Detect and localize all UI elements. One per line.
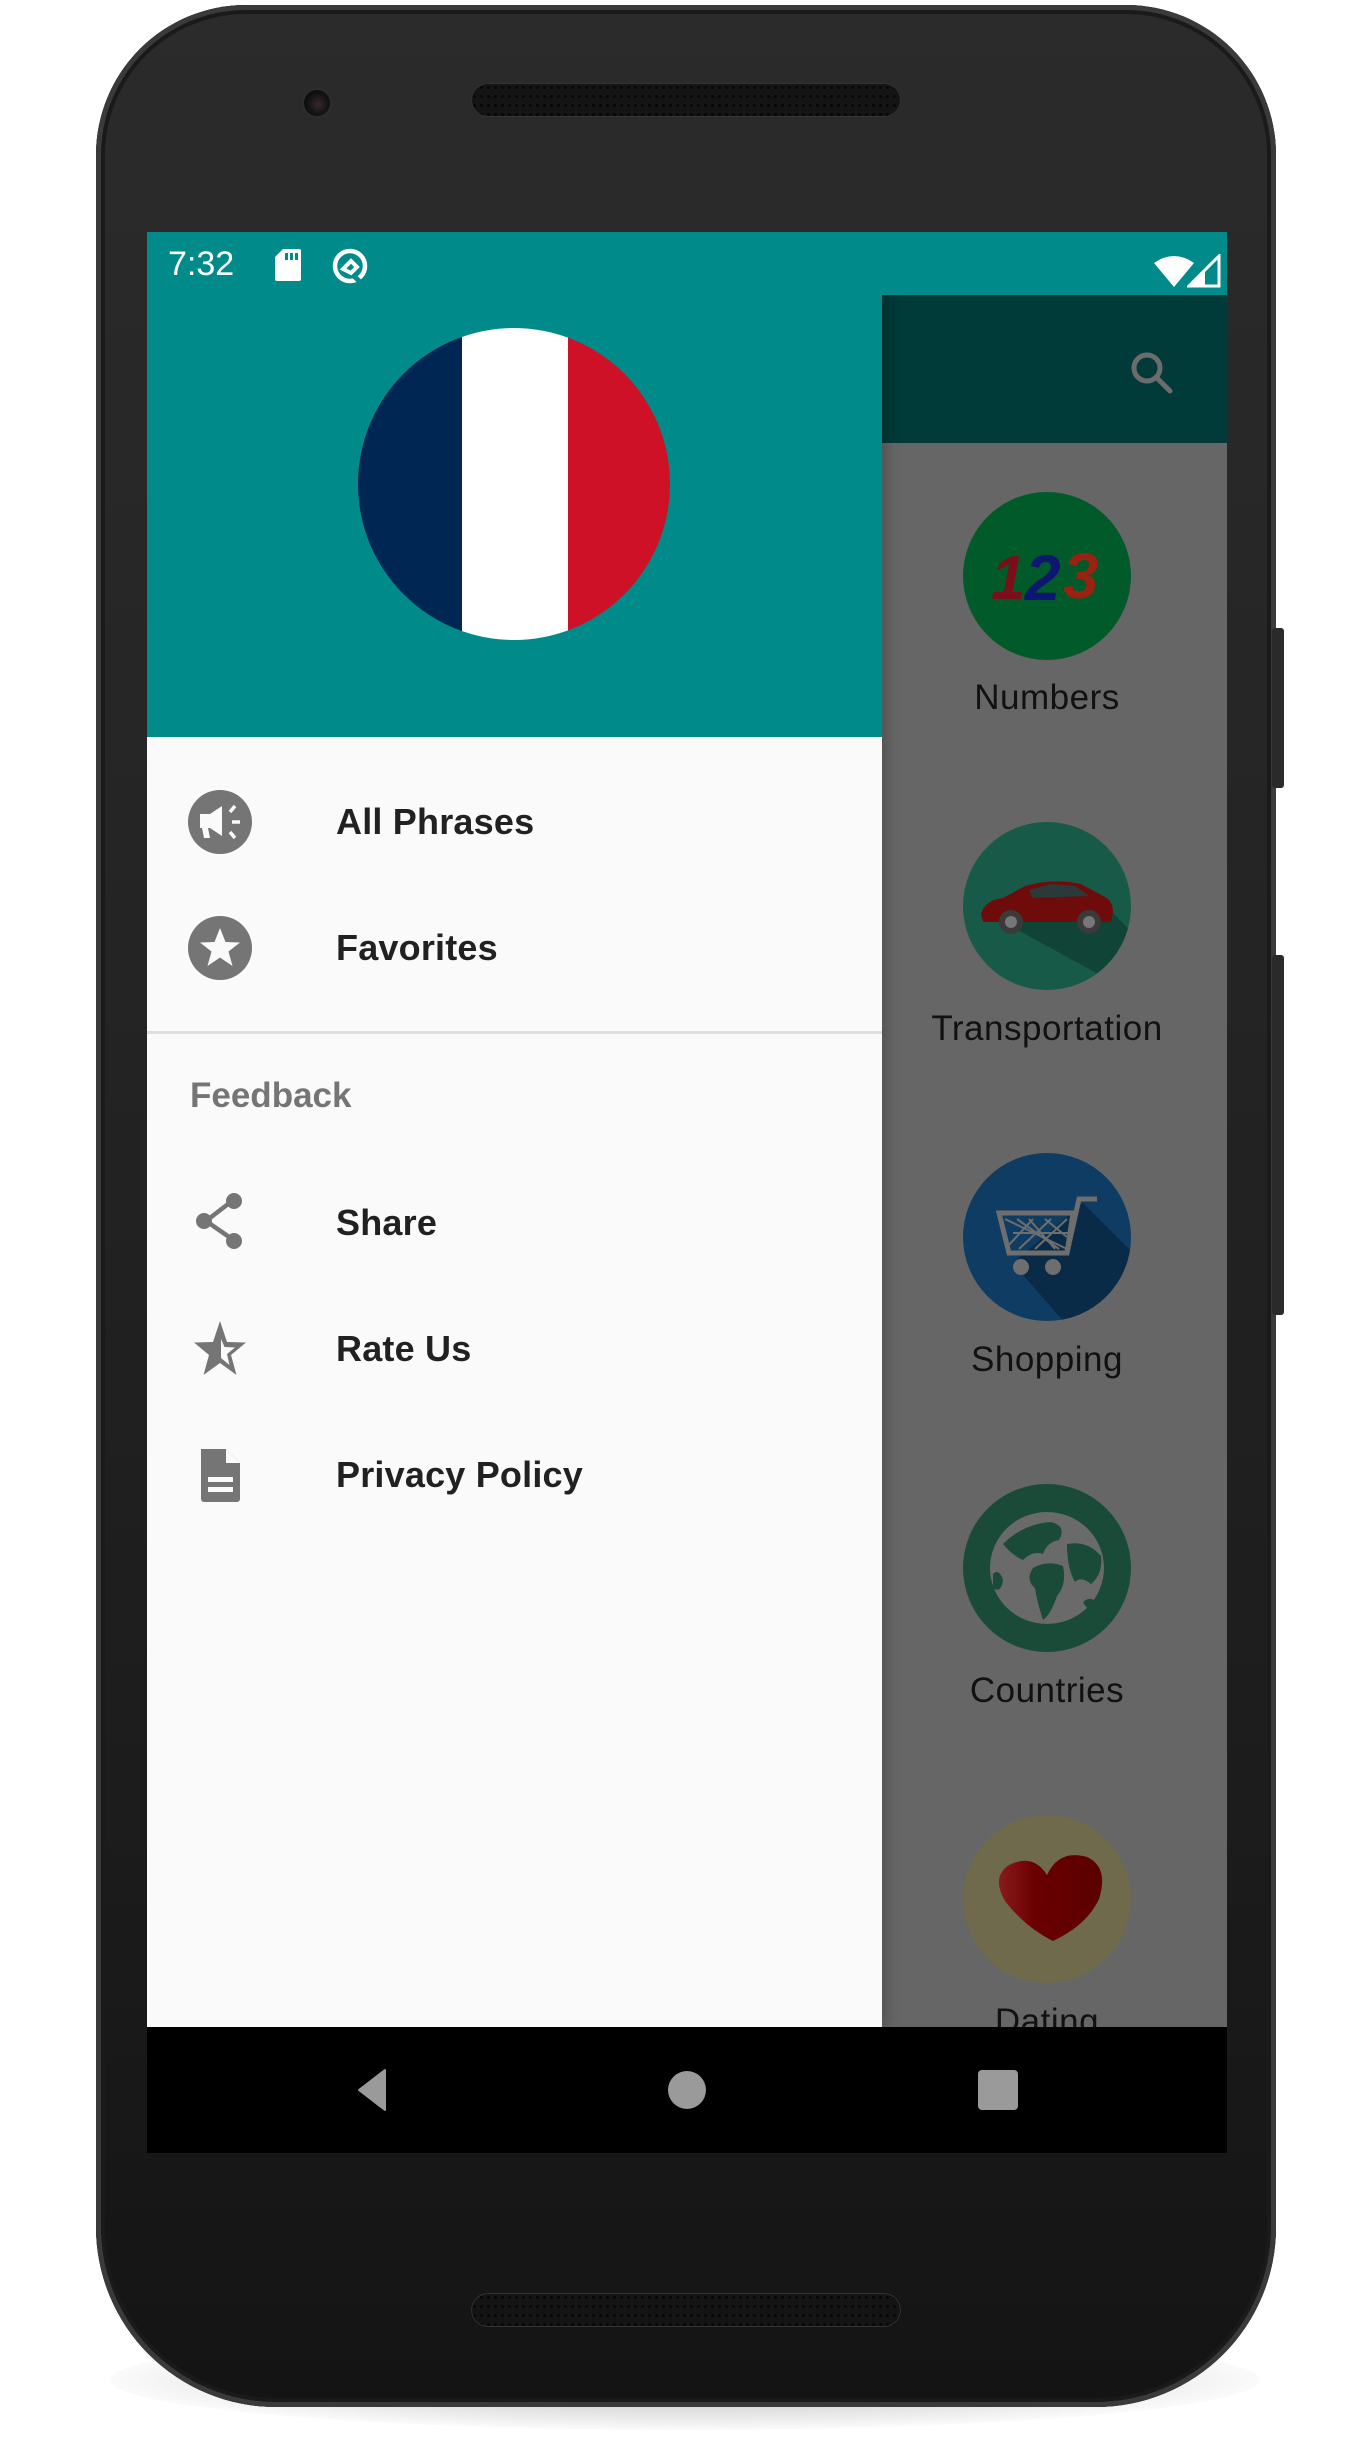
bottom-speaker: [471, 2293, 901, 2327]
status-bar: 7:32: [147, 232, 1227, 295]
flag-stripe-white: [462, 328, 568, 640]
drawer-divider: [147, 1031, 882, 1034]
shopping-cart-icon: [963, 1153, 1131, 1321]
svg-text:2: 2: [1024, 542, 1061, 614]
menu-item-rate-us[interactable]: Rate Us: [147, 1294, 882, 1404]
menu-item-label: Rate Us: [336, 1328, 472, 1369]
menu-item-share[interactable]: Share: [147, 1168, 882, 1278]
menu-item-label: Favorites: [336, 927, 498, 968]
menu-item-label: All Phrases: [336, 801, 535, 842]
flag-stripe-blue: [358, 328, 462, 640]
flag-stripe-red: [568, 328, 670, 640]
sd-card-icon: [275, 249, 301, 281]
category-numbers[interactable]: 1 2 3 Numbers: [882, 443, 1227, 774]
status-time: 7:32: [168, 245, 235, 283]
svg-text:1: 1: [991, 544, 1025, 613]
system-nav-bar: [147, 2027, 1227, 2153]
category-list: 1 2 3 Numbers Transportation Shopping Co…: [882, 443, 1227, 2153]
france-flag-icon: [358, 328, 670, 640]
back-icon[interactable]: [349, 2067, 395, 2113]
megaphone-icon: [188, 790, 252, 854]
document-icon: [201, 1449, 240, 1502]
navigation-drawer: All Phrases Favorites Feedback Share Rat…: [147, 232, 882, 2027]
category-transportation[interactable]: Transportation: [882, 774, 1227, 1105]
recents-icon[interactable]: [975, 2067, 1021, 2113]
menu-item-privacy-policy[interactable]: Privacy Policy: [147, 1420, 882, 1530]
category-label: Countries: [969, 1671, 1125, 1710]
star-circle-icon: [188, 916, 252, 980]
power-button: [1272, 628, 1284, 788]
menu-item-favorites[interactable]: Favorites: [147, 893, 882, 1003]
menu-item-all-phrases[interactable]: All Phrases: [147, 767, 882, 877]
share-icon: [196, 1193, 242, 1249]
svg-text:3: 3: [1063, 540, 1099, 612]
screen: 7:32 1 2 3 Numbers Transportation Shoppi…: [147, 232, 1227, 2153]
category-shopping[interactable]: Shopping: [882, 1105, 1227, 1436]
search-icon[interactable]: [1129, 350, 1175, 396]
numbers-123-icon: 1 2 3: [963, 492, 1131, 660]
category-label: Numbers: [974, 678, 1120, 717]
volume-button: [1272, 955, 1284, 1315]
section-title-feedback: Feedback: [190, 1076, 352, 1115]
menu-item-label: Share: [336, 1202, 438, 1243]
category-countries[interactable]: Countries: [882, 1436, 1227, 1767]
menu-item-label: Privacy Policy: [336, 1454, 583, 1495]
drawer-header: [147, 232, 882, 737]
data-saver-icon: [332, 248, 368, 285]
front-camera: [304, 90, 330, 116]
cell-signal-icon: [1187, 254, 1221, 288]
car-icon: [963, 822, 1131, 990]
top-speaker: [471, 83, 901, 117]
heart-icon: [963, 1815, 1131, 1983]
category-label: Transportation: [931, 1009, 1163, 1048]
globe-icon: [963, 1484, 1131, 1652]
star-half-icon: [194, 1321, 246, 1375]
app-toolbar: [882, 295, 1227, 443]
category-label: Shopping: [971, 1340, 1123, 1379]
home-icon[interactable]: [664, 2067, 710, 2113]
